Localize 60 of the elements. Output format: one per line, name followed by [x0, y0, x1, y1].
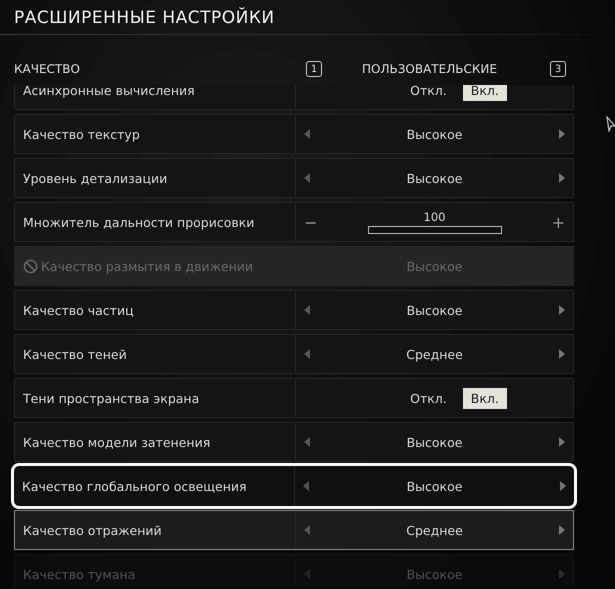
setting-value: Высокое [406, 566, 464, 582]
right-arrow-icon[interactable] [559, 525, 565, 535]
setting-value: Высокое [406, 478, 464, 494]
setting-value: Высокое [406, 302, 464, 318]
right-arrow-icon[interactable] [559, 305, 565, 315]
setting-value: Высокое [406, 126, 464, 142]
toggle-option[interactable]: Откл. [402, 85, 455, 100]
setting-row[interactable]: Множитель дальности прорисовки − 100 + [14, 202, 574, 242]
setting-label: Асинхронные вычисления [23, 85, 195, 98]
left-arrow-icon[interactable] [304, 437, 310, 447]
setting-value: Среднее [405, 346, 464, 362]
left-arrow-icon[interactable] [304, 305, 310, 315]
decrease-button[interactable]: − [304, 212, 318, 232]
toggle-option[interactable]: Вкл. [462, 85, 507, 100]
slider-value: 100 [424, 210, 446, 224]
page-title: РАСШИРЕННЫЕ НАСТРОЙКИ [13, 6, 276, 30]
key-hint: 1 [306, 61, 322, 77]
right-arrow-icon[interactable] [560, 481, 566, 491]
setting-value: Высокое [406, 258, 464, 274]
setting-label: Качество размытия в движении [41, 258, 254, 274]
right-arrow-icon[interactable] [559, 173, 565, 183]
left-arrow-icon[interactable] [303, 481, 309, 491]
toggle-option[interactable]: Вкл. [462, 388, 507, 408]
left-arrow-icon[interactable] [304, 525, 310, 535]
preset-value[interactable]: ПОЛЬЗОВАТЕЛЬСКИЕ [362, 62, 550, 76]
setting-row[interactable]: Качество текстур Высокое [14, 114, 574, 154]
cursor-icon [606, 116, 615, 132]
quality-label: КАЧЕСТВО [14, 62, 81, 76]
setting-label: Качество текстур [23, 126, 140, 142]
setting-label: Качество отражений [23, 522, 162, 538]
setting-value: Высокое [406, 434, 464, 450]
left-arrow-icon[interactable] [304, 349, 310, 359]
setting-row[interactable]: Уровень детализации Высокое [14, 158, 574, 198]
setting-label: Качество тумана [23, 566, 136, 582]
setting-row[interactable]: Качество отражений Среднее [14, 510, 574, 550]
setting-label: Качество теней [23, 346, 127, 362]
increase-button[interactable]: + [552, 212, 565, 232]
right-arrow-icon[interactable] [559, 129, 565, 139]
setting-row[interactable]: Тени пространства экрана Откл. Вкл. [14, 378, 574, 418]
setting-label: Качество модели затенения [23, 434, 210, 450]
right-arrow-icon[interactable] [559, 437, 565, 447]
setting-label: Тени пространства экрана [23, 390, 200, 406]
left-arrow-icon[interactable] [304, 129, 310, 139]
slider-track[interactable] [368, 226, 502, 234]
setting-row[interactable]: Качество частиц Высокое [14, 290, 574, 330]
setting-row[interactable]: Качество теней Среднее [14, 334, 574, 374]
right-arrow-icon[interactable] [559, 349, 565, 359]
setting-value: Высокое [406, 170, 464, 186]
disabled-icon [23, 258, 38, 274]
setting-label: Множитель дальности прорисовки [23, 214, 254, 230]
setting-value: Среднее [405, 522, 464, 538]
left-arrow-icon[interactable] [304, 173, 310, 183]
toggle-option[interactable]: Откл. [402, 388, 455, 408]
setting-label: Качество частиц [23, 302, 134, 318]
setting-row[interactable]: Асинхронные вычисления Откл. Вкл. [14, 85, 574, 110]
setting-label: Качество глобального освещения [22, 478, 247, 494]
key-hint: 3 [550, 61, 566, 77]
setting-row[interactable]: Качество модели затенения Высокое [14, 422, 574, 462]
setting-row[interactable]: Качество глобального освещения Высокое [11, 463, 577, 509]
setting-label: Уровень детализации [23, 170, 168, 186]
